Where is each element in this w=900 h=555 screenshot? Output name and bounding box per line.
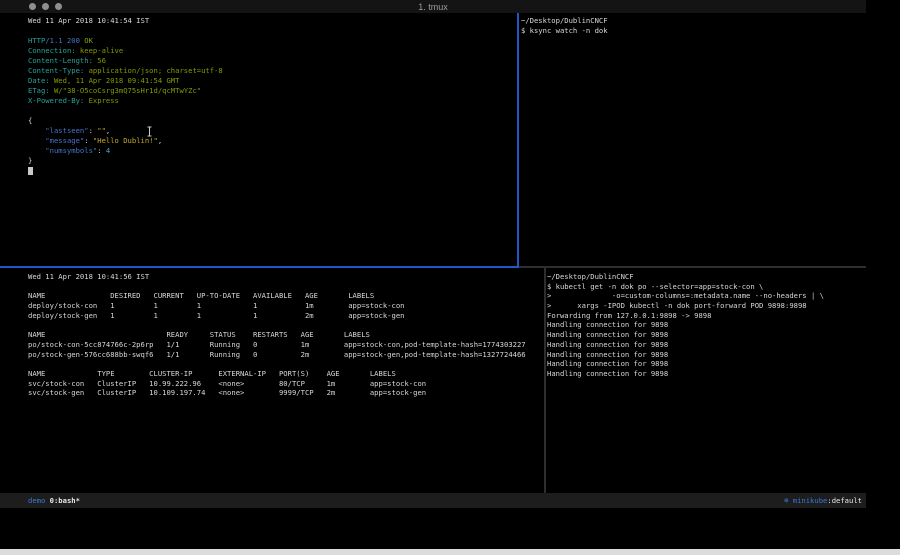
pod-table-header: NAME READY STATUS RESTARTS AGE LABELS	[28, 330, 572, 340]
svc-table-row: svc/stock-gen ClusterIP 10.109.197.74 <n…	[28, 388, 572, 398]
blank-line	[28, 106, 545, 116]
http-version-code: /1.1 200	[45, 36, 84, 45]
handling-line: Handling connection for 9898	[547, 330, 867, 340]
json-key: "lastseen"	[28, 126, 89, 135]
header-name: Connection:	[28, 46, 76, 55]
pane-http-response[interactable]: Wed 11 Apr 2018 10:41:54 IST HTTP/1.1 20…	[0, 13, 545, 269]
json-value: "Hello Dublin!"	[93, 136, 158, 145]
kube-context: minikube	[793, 496, 828, 505]
desktop: 1. tmux Wed 11 Apr 2018 10:41:54 IST HTT…	[0, 0, 900, 555]
svc-table-header: NAME TYPE CLUSTER-IP EXTERNAL-IP PORT(S)…	[28, 369, 572, 379]
pod-table-row: po/stock-gen-576cc688bb-swqf6 1/1 Runnin…	[28, 350, 572, 360]
json-comma: ,	[158, 136, 162, 145]
http-header-line: X-Powered-By: Express	[28, 96, 545, 106]
json-key: "message"	[28, 136, 84, 145]
header-name: Content-Length:	[28, 56, 93, 65]
blank-line	[28, 359, 572, 369]
json-open-brace: {	[28, 116, 545, 126]
json-row: "numsymbols": 4	[28, 146, 545, 156]
command-line: $ ksync watch -n dok	[521, 26, 868, 36]
deploy-table-row: deploy/stock-con 1 1 1 1 1m app=stock-co…	[28, 301, 572, 311]
header-value: 56	[93, 56, 106, 65]
cwd-line: ~/Desktop/DublinCNCF	[547, 272, 867, 282]
brace: }	[28, 156, 32, 165]
header-name: Content-Type:	[28, 66, 84, 75]
command-line: $ kubectl get -n dok po --selector=app=s…	[547, 282, 867, 292]
svc-table-row: svc/stock-con ClusterIP 10.99.222.96 <no…	[28, 379, 572, 389]
command-continuation-line: > -o=custom-columns=:metadata.name --no-…	[547, 291, 867, 301]
command-continuation-line: > xargs -IPOD kubectl -n dok port-forwar…	[547, 301, 867, 311]
desktop-background-strip	[0, 549, 900, 555]
header-value: Wed, 11 Apr 2018 09:41:54 GMT	[50, 76, 180, 85]
blank-line	[28, 320, 572, 330]
json-value: 4	[106, 146, 110, 155]
json-sep: :	[97, 146, 106, 155]
http-header-line: Content-Length: 56	[28, 56, 545, 66]
json-row: "lastseen": "",	[28, 126, 545, 136]
pane-kubectl-get[interactable]: Wed 11 Apr 2018 10:41:56 IST NAME DESIRE…	[0, 268, 572, 497]
json-close-brace: }	[28, 156, 545, 166]
cwd-line: ~/Desktop/DublinCNCF	[521, 16, 868, 26]
handling-line: Handling connection for 9898	[547, 369, 867, 379]
json-row: "message": "Hello Dublin!",	[28, 136, 545, 146]
blank-line	[28, 26, 545, 36]
header-name: ETag:	[28, 86, 50, 95]
pane-ksync-watch[interactable]: ~/Desktop/DublinCNCF $ ksync watch -n do…	[519, 13, 868, 269]
json-sep: :	[89, 126, 98, 135]
header-value: Express	[84, 96, 119, 105]
deploy-table-row: deploy/stock-gen 1 1 1 1 2m app=stock-ge…	[28, 311, 572, 321]
terminal-cursor	[28, 167, 33, 175]
handling-line: Handling connection for 9898	[547, 359, 867, 369]
http-proto: HTTP	[28, 36, 45, 45]
http-header-line: ETag: W/"38-O5coCsrg3mQ75sHr1d/qcMTwYZc"	[28, 86, 545, 96]
http-header-line: Content-Type: application/json; charset=…	[28, 66, 545, 76]
timestamp-line: Wed 11 Apr 2018 10:41:54 IST	[28, 16, 545, 26]
header-value: W/"38-O5coCsrg3mQ75sHr1d/qcMTwYZc"	[50, 86, 201, 95]
brace: {	[28, 116, 32, 125]
window-title: 1. tmux	[0, 2, 866, 12]
http-status-line: HTTP/1.1 200 OK	[28, 36, 545, 46]
handling-line: Handling connection for 9898	[547, 320, 867, 330]
header-value: application/json; charset=utf-8	[84, 66, 222, 75]
terminal-window: 1. tmux Wed 11 Apr 2018 10:41:54 IST HTT…	[0, 0, 866, 550]
handling-line: Handling connection for 9898	[547, 350, 867, 360]
status-left: demo 0:bash*	[28, 493, 80, 508]
blank-line	[28, 282, 572, 292]
json-comma: ,	[106, 126, 110, 135]
mouse-text-cursor-icon	[146, 126, 153, 137]
header-name: X-Powered-By:	[28, 96, 84, 105]
session-name: demo	[28, 496, 45, 505]
http-header-line: Connection: keep-alive	[28, 46, 545, 56]
status-right: ☸ minikube:default	[784, 493, 862, 508]
json-sep: :	[84, 136, 93, 145]
kube-namespace: :default	[827, 496, 862, 505]
http-reason: OK	[84, 36, 93, 45]
header-value: keep-alive	[76, 46, 124, 55]
window-titlebar[interactable]: 1. tmux	[0, 0, 866, 13]
http-header-line: Date: Wed, 11 Apr 2018 09:41:54 GMT	[28, 76, 545, 86]
window-list-item[interactable]: 0:bash*	[50, 496, 80, 505]
handling-line: Handling connection for 9898	[547, 340, 867, 350]
json-key: "numsymbols"	[28, 146, 97, 155]
json-value: ""	[97, 126, 106, 135]
deploy-table-header: NAME DESIRED CURRENT UP-TO-DATE AVAILABL…	[28, 291, 572, 301]
pod-table-row: po/stock-con-5cc874766c-2p6rp 1/1 Runnin…	[28, 340, 572, 350]
timestamp-line: Wed 11 Apr 2018 10:41:56 IST	[28, 272, 572, 282]
header-name: Date:	[28, 76, 50, 85]
tmux-status-bar: demo 0:bash* ☸ minikube:default	[0, 493, 866, 508]
forwarding-line: Forwarding from 127.0.0.1:9898 -> 9898	[547, 311, 867, 321]
pane-port-forward[interactable]: ~/Desktop/DublinCNCF $ kubectl get -n do…	[546, 268, 867, 497]
